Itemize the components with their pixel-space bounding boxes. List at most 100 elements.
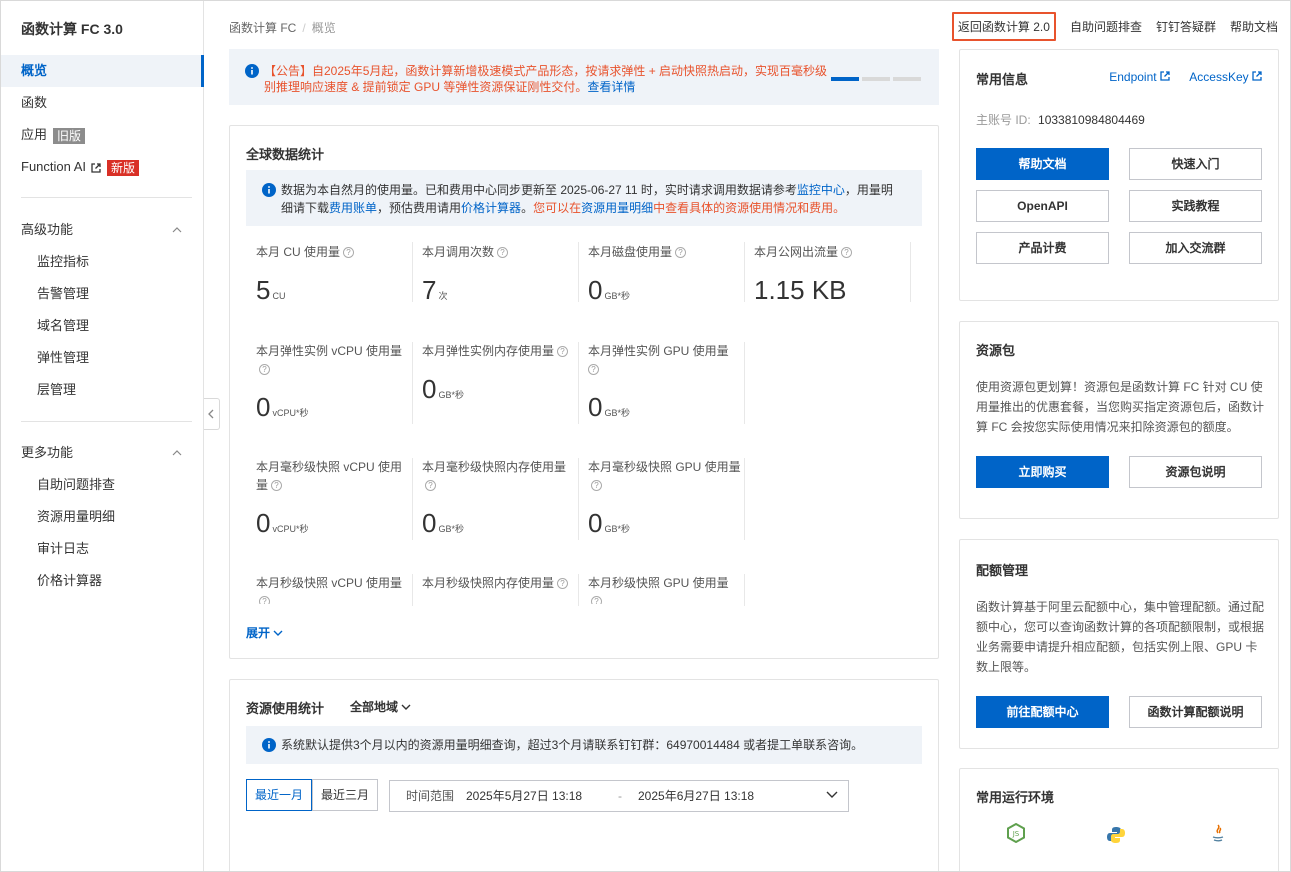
region-selector[interactable]: 全部地域 <box>350 698 411 715</box>
help-icon[interactable]: ? <box>675 247 687 259</box>
go-quota-center-button[interactable]: 前往配额中心 <box>976 696 1109 728</box>
global-stats-info: 数据为本自然月的使用量。已和费用中心同步更新至 2025-06-27 11 时，… <box>246 170 922 226</box>
help-icon[interactable]: ? <box>557 346 569 358</box>
metric-row-clipped: 本月秒级快照 vCPU 使用量? 本月秒级快照内存使用量? 本月秒级快照 GPU… <box>230 574 930 604</box>
sidebar-item-apps[interactable]: 应用 旧版 <box>1 119 204 151</box>
sidebar-item-price-calculator[interactable]: 价格计算器 <box>1 565 204 597</box>
metric-unit: GB*秒 <box>604 291 630 301</box>
openapi-button[interactable]: OpenAPI <box>976 190 1109 222</box>
sidebar-item-label: 层管理 <box>37 382 77 397</box>
metric-label: 本月毫秒级快照 GPU 使用量 <box>588 460 741 474</box>
new-version-badge: 新版 <box>107 159 140 176</box>
last-month-tab[interactable]: 最近一月 <box>246 779 313 811</box>
java-icon[interactable] <box>1210 823 1226 845</box>
accesskey-link[interactable]: AccessKey <box>1181 70 1262 84</box>
sidebar-item-alarms[interactable]: 告警管理 <box>1 278 204 310</box>
quick-start-button[interactable]: 快速入门 <box>1129 148 1262 180</box>
dingtalk-group-link[interactable]: 钉钉答疑群 <box>1156 18 1216 35</box>
metric-value: 0 <box>256 392 271 422</box>
quota-card: 配额管理 函数计算基于阿里云配额中心，集中管理配额。通过配额中心，您可以查询函数… <box>959 539 1279 749</box>
breadcrumb-separator: / <box>302 21 306 35</box>
info-icon <box>262 738 276 752</box>
metric-unit: GB*秒 <box>438 390 464 400</box>
metric-divider <box>578 342 579 424</box>
buy-now-button[interactable]: 立即购买 <box>976 456 1109 488</box>
announcement-details-link[interactable]: 查看详情 <box>587 80 635 94</box>
metric-label: 本月磁盘使用量 <box>588 245 673 259</box>
metric-unit: 次 <box>438 291 448 301</box>
help-icon[interactable]: ? <box>497 247 509 259</box>
external-link-icon <box>1160 71 1170 81</box>
date-range-picker[interactable]: 时间范围 2025年5月27日 13:18 - 2025年6月27日 13:18 <box>389 780 849 812</box>
sidebar-collapse-handle[interactable] <box>204 398 220 430</box>
endpoint-label: Endpoint <box>1109 70 1157 84</box>
sidebar-item-usage-details[interactable]: 资源用量明细 <box>1 501 204 533</box>
nodejs-icon[interactable]: JS <box>1006 823 1026 843</box>
announcement-banner: 【公告】自2025年5月起，函数计算新增极速模式产品形态，按请求弹性 + 启动快… <box>229 49 939 105</box>
sidebar-item-label: 价格计算器 <box>37 573 103 588</box>
sidebar-group-more[interactable]: 更多功能 <box>1 437 204 469</box>
sidebar-item-troubleshoot[interactable]: 自助问题排查 <box>1 469 204 501</box>
help-icon[interactable]: ? <box>343 247 355 259</box>
help-icon[interactable]: ? <box>557 578 569 590</box>
sidebar-item-audit-log[interactable]: 审计日志 <box>1 533 204 565</box>
pricing-button[interactable]: 产品计费 <box>976 232 1109 264</box>
carousel-dot-active[interactable] <box>831 77 859 81</box>
endpoint-link[interactable]: Endpoint <box>1101 70 1170 84</box>
help-icon[interactable]: ? <box>271 480 283 492</box>
help-icon[interactable]: ? <box>588 364 599 376</box>
metric-s-snapshot-memory: 本月秒级快照内存使用量? <box>422 574 578 592</box>
usage-details-link[interactable]: 资源用量明细 <box>581 201 653 215</box>
quota-info-button[interactable]: 函数计算配额说明 <box>1129 696 1262 728</box>
billing-link[interactable]: 费用账单 <box>329 201 377 215</box>
sidebar-item-monitoring[interactable]: 监控指标 <box>1 246 204 278</box>
date-range-label: 时间范围 <box>406 789 455 803</box>
carousel-dot[interactable] <box>893 77 921 81</box>
tutorials-button[interactable]: 实践教程 <box>1129 190 1262 222</box>
top-links: 返回函数计算 2.0 自助问题排查 钉钉答疑群 帮助文档 <box>951 11 1278 41</box>
sidebar-group-advanced[interactable]: 高级功能 <box>1 214 204 246</box>
region-label: 全部地域 <box>350 700 399 714</box>
metric-value: 0 <box>422 508 437 538</box>
help-icon[interactable]: ? <box>591 480 602 492</box>
sidebar-item-function-ai[interactable]: Function AI 新版 <box>1 151 204 183</box>
help-icon[interactable]: ? <box>591 596 602 604</box>
last-three-months-tab[interactable]: 最近三月 <box>312 779 379 811</box>
metric-label: 本月弹性实例 vCPU 使用量 <box>256 344 403 358</box>
help-icon[interactable]: ? <box>259 364 270 376</box>
metric-value: 5 <box>256 275 271 305</box>
back-to-fc2-link[interactable]: 返回函数计算 2.0 <box>951 11 1056 41</box>
sidebar-divider <box>21 421 192 422</box>
info-icon <box>262 183 276 197</box>
global-stats-info-text: 数据为本自然月的使用量。已和费用中心同步更新至 2025-06-27 11 时，… <box>281 181 901 217</box>
help-docs-link[interactable]: 帮助文档 <box>1230 18 1278 35</box>
announcement-body: 【公告】自2025年5月起，函数计算新增极速模式产品形态，按请求弹性 + 启动快… <box>264 64 828 94</box>
quota-text: 函数计算基于阿里云配额中心，集中管理配额。通过配额中心，您可以查询函数计算的各项… <box>976 600 1265 674</box>
resource-pack-text: 使用资源包更划算！资源包是函数计算 FC 针对 CU 使用量推出的优惠套餐，当您… <box>976 380 1265 434</box>
help-icon[interactable]: ? <box>841 247 853 259</box>
resource-stats-title: 资源使用统计 <box>246 701 325 716</box>
expand-button[interactable]: 展开 <box>246 624 283 641</box>
help-icon[interactable]: ? <box>425 480 436 492</box>
price-calculator-link[interactable]: 价格计算器 <box>461 201 521 215</box>
breadcrumb-root[interactable]: 函数计算 FC <box>229 21 296 35</box>
help-docs-button[interactable]: 帮助文档 <box>976 148 1109 180</box>
common-info-card: 常用信息 Endpoint AccessKey 主账号 ID: 10338109… <box>959 49 1279 301</box>
metric-invocations: 本月调用次数? 7次 <box>422 243 588 305</box>
resource-pack-info-button[interactable]: 资源包说明 <box>1129 456 1262 488</box>
date-range-end: 2025年6月27日 13:18 <box>638 789 755 803</box>
troubleshoot-link[interactable]: 自助问题排查 <box>1070 18 1142 35</box>
python-icon[interactable] <box>1106 825 1126 845</box>
sidebar-item-scaling[interactable]: 弹性管理 <box>1 342 204 374</box>
resource-stats-info: 系统默认提供3个月以内的资源用量明细查询，超过3个月请联系钉钉群：6497001… <box>246 726 922 764</box>
monitoring-center-link[interactable]: 监控中心 <box>797 183 845 197</box>
sidebar-item-overview[interactable]: 概览 <box>1 55 204 87</box>
join-group-button[interactable]: 加入交流群 <box>1129 232 1262 264</box>
sidebar-item-functions[interactable]: 函数 <box>1 87 204 119</box>
common-info-links: Endpoint AccessKey <box>1093 70 1262 84</box>
sidebar-item-layers[interactable]: 层管理 <box>1 374 204 406</box>
metric-unit: GB*秒 <box>438 524 464 534</box>
help-icon[interactable]: ? <box>259 596 270 604</box>
sidebar-item-domains[interactable]: 域名管理 <box>1 310 204 342</box>
carousel-dot[interactable] <box>862 77 890 81</box>
